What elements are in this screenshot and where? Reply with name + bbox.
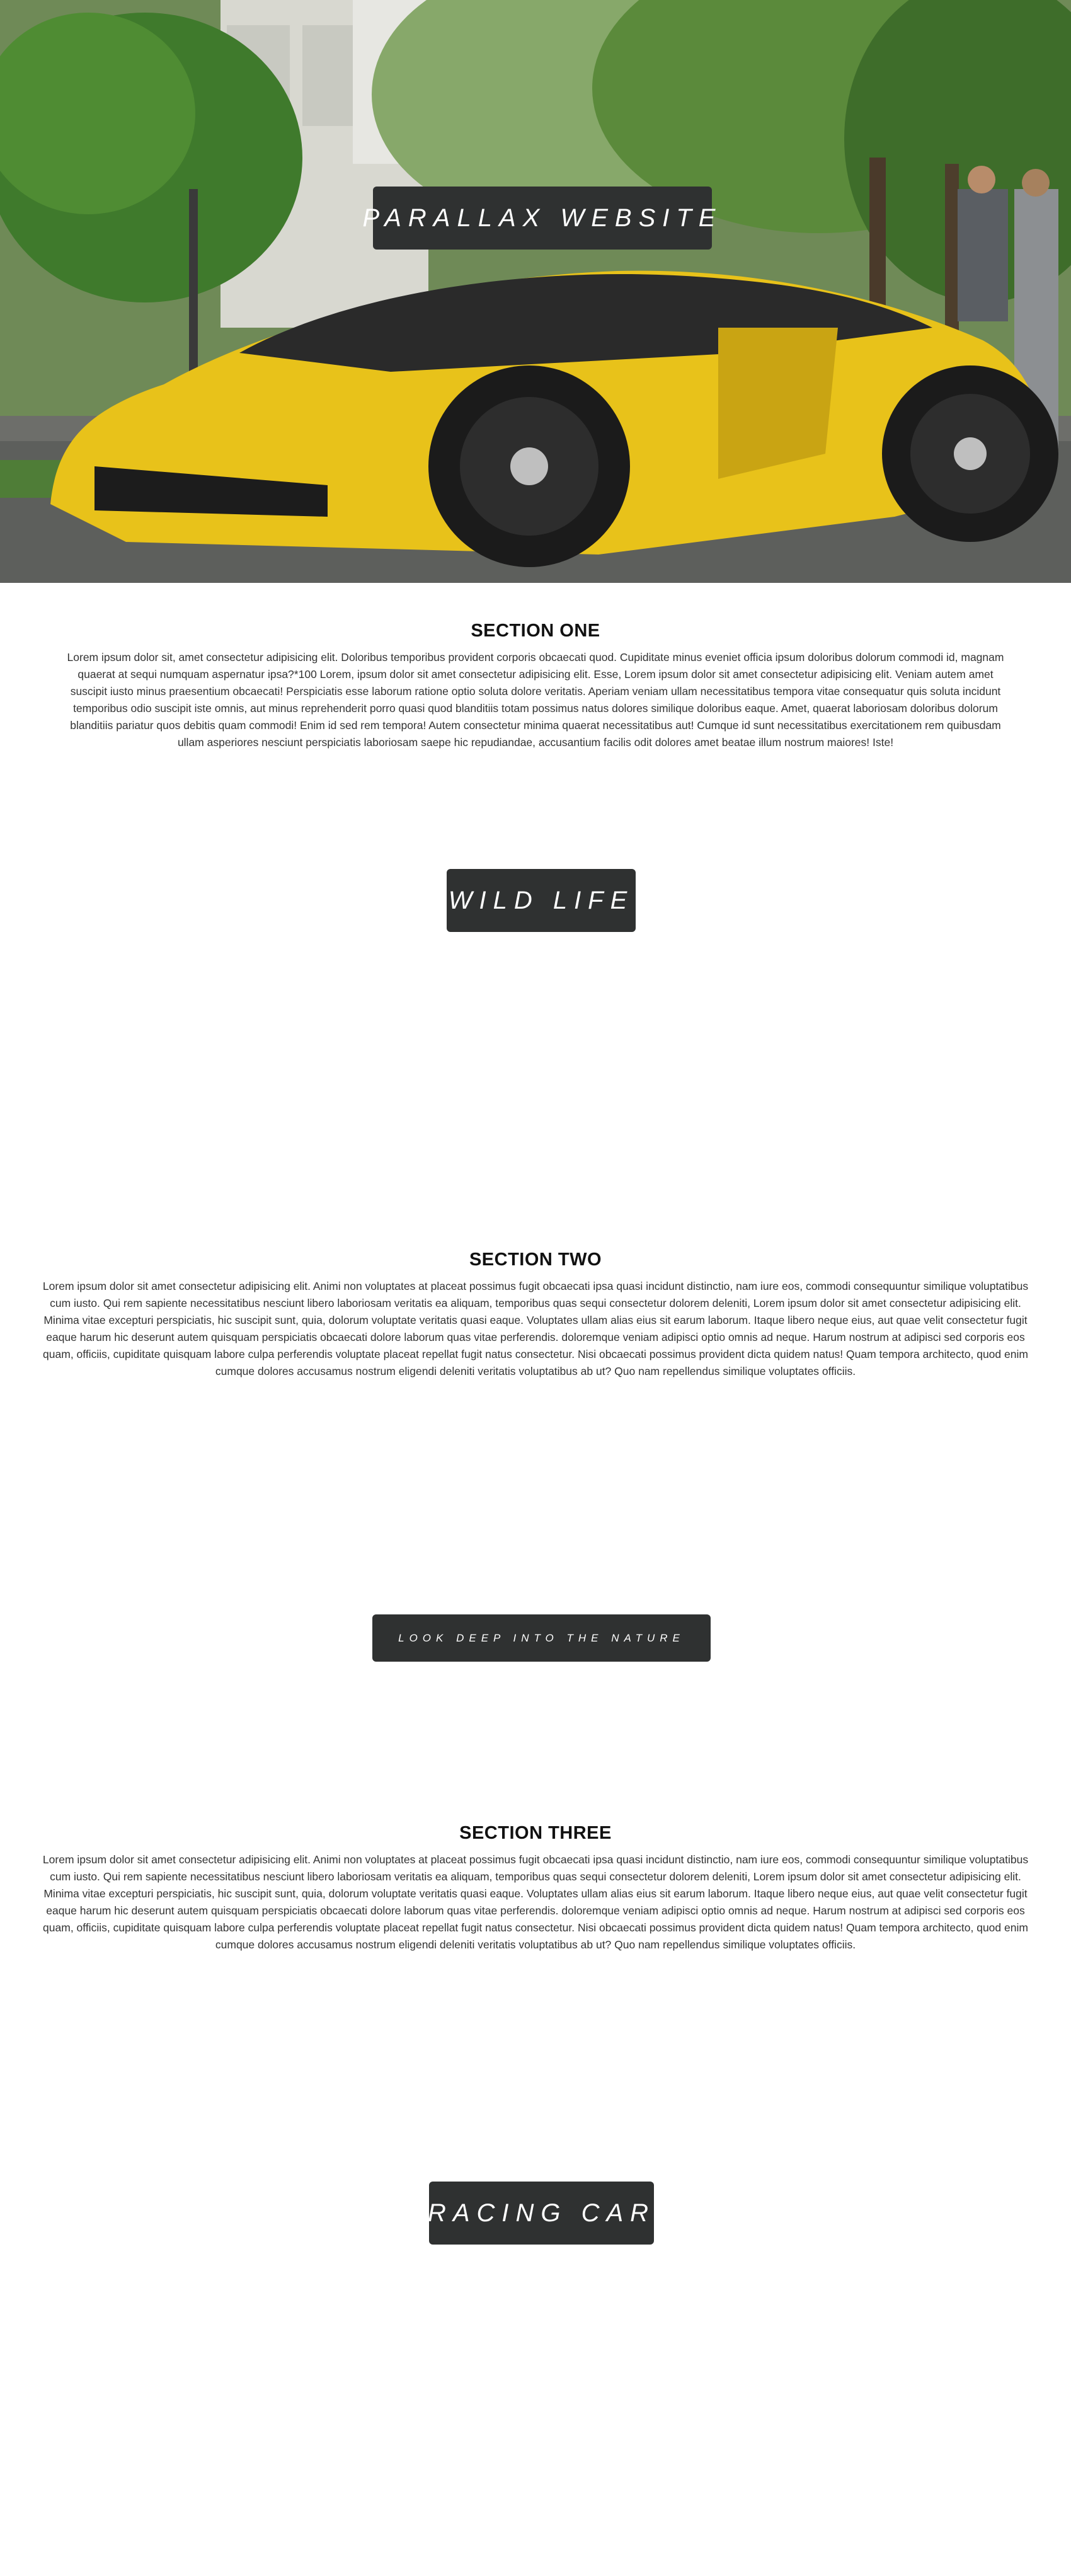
section-one-heading: SECTION ONE <box>471 621 600 641</box>
section-two-heading: SECTION TWO <box>469 1250 602 1270</box>
section-two: SECTION TWO Lorem ipsum dolor sit amet c… <box>38 1250 1033 1380</box>
section-three-body: Lorem ipsum dolor sit amet consectetur a… <box>42 1853 1029 1951</box>
look-deep-banner: LOOK DEEP INTO THE NATURE <box>372 1614 711 1662</box>
section-two-body: Lorem ipsum dolor sit amet consectetur a… <box>42 1280 1029 1377</box>
section-three: SECTION THREE Lorem ipsum dolor sit amet… <box>38 1823 1033 1953</box>
hero-title: PARALLAX WEBSITE <box>362 204 723 232</box>
hero-title-badge: PARALLAX WEBSITE <box>363 187 715 250</box>
look-deep-label: LOOK DEEP INTO THE NATURE <box>398 1631 685 1644</box>
section-one-body: Lorem ipsum dolor sit, amet consectetur … <box>67 651 1004 749</box>
hero-image <box>0 0 1071 583</box>
wild-life-label: WILD LIFE <box>448 886 634 914</box>
racing-car-label: RACING CAR <box>427 2199 656 2227</box>
page: PARALLAX WEBSITE SECTION ONE Lorem ipsum… <box>0 0 1071 2576</box>
hero-section: PARALLAX WEBSITE <box>0 0 1071 583</box>
section-three-heading: SECTION THREE <box>459 1823 612 1843</box>
wild-life-banner: WILD LIFE <box>447 869 636 932</box>
section-one: SECTION ONE Lorem ipsum dolor sit, amet … <box>38 621 1033 751</box>
racing-car-banner: RACING CAR <box>427 2182 656 2245</box>
